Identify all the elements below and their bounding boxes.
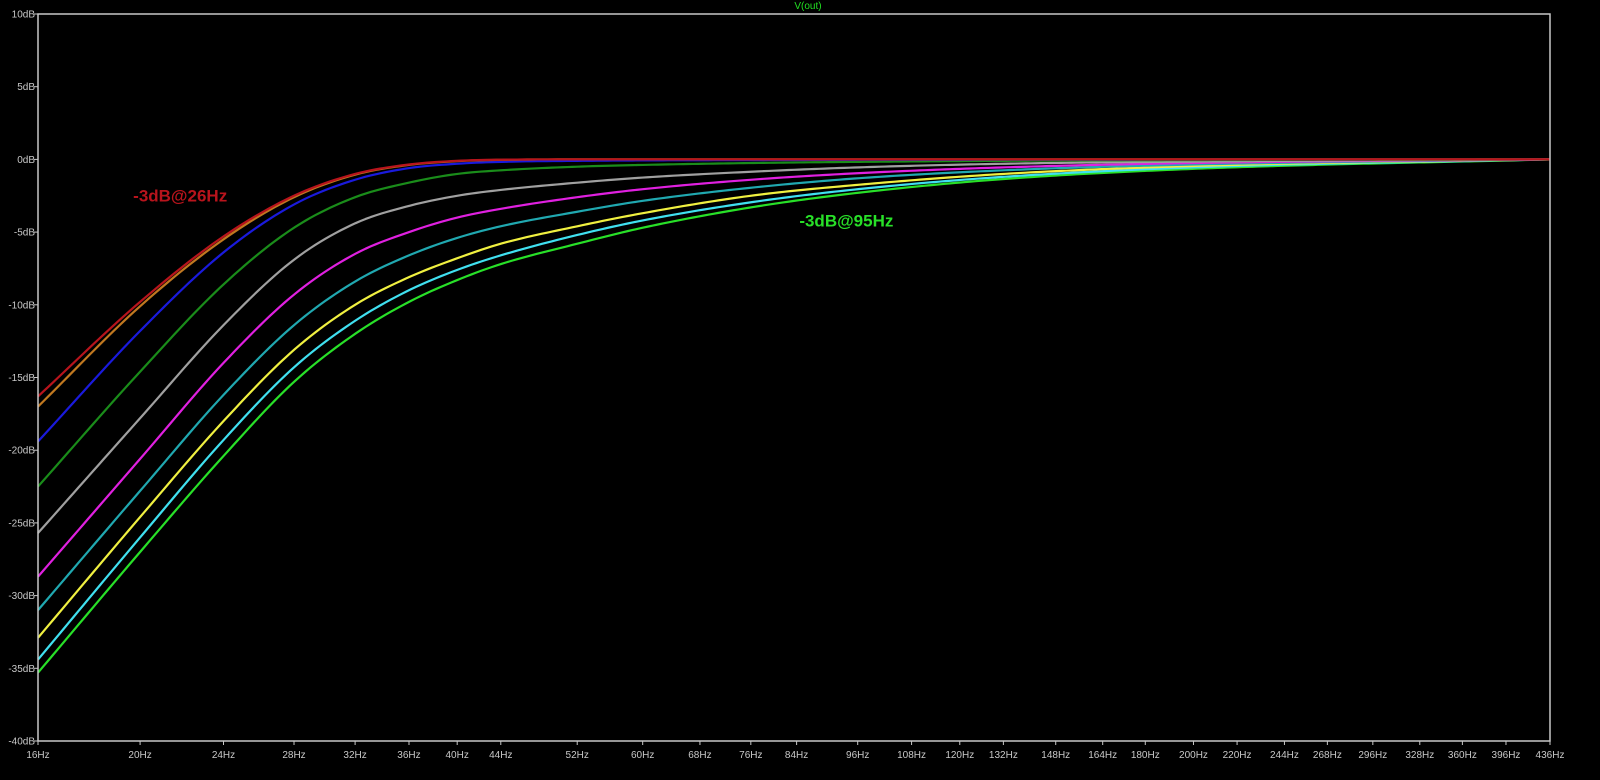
x-tick-label: 96Hz	[846, 750, 869, 761]
x-tick-label: 180Hz	[1131, 750, 1160, 761]
x-tick-label: 108Hz	[897, 750, 926, 761]
y-tick-label: -10dB	[8, 300, 35, 311]
x-tick-label: 76Hz	[739, 750, 762, 761]
x-tick-label: 268Hz	[1313, 750, 1342, 761]
x-tick-label: 20Hz	[128, 750, 151, 761]
x-tick-label: 40Hz	[446, 750, 469, 761]
x-tick-label: 60Hz	[631, 750, 654, 761]
x-tick-label: 200Hz	[1179, 750, 1208, 761]
x-tick-label: 244Hz	[1270, 750, 1299, 761]
annotation-label: -3dB@95Hz	[799, 211, 893, 230]
x-tick-label: 28Hz	[282, 750, 305, 761]
x-tick-label: 164Hz	[1088, 750, 1117, 761]
x-tick-label: 360Hz	[1448, 750, 1477, 761]
chart-title: V(out)	[794, 1, 821, 12]
x-tick-label: 52Hz	[566, 750, 589, 761]
y-tick-label: -30dB	[8, 591, 35, 602]
x-tick-label: 296Hz	[1358, 750, 1387, 761]
y-tick-label: -40dB	[8, 737, 35, 748]
y-tick-label: -15dB	[8, 373, 35, 384]
x-tick-label: 220Hz	[1223, 750, 1252, 761]
y-tick-label: 0dB	[17, 155, 35, 166]
x-tick-label: 132Hz	[989, 750, 1018, 761]
x-tick-label: 436Hz	[1536, 750, 1565, 761]
plot-background	[0, 0, 1600, 780]
y-tick-label: 10dB	[12, 10, 36, 21]
x-tick-label: 44Hz	[489, 750, 512, 761]
y-tick-label: -5dB	[14, 228, 35, 239]
x-tick-label: 148Hz	[1041, 750, 1070, 761]
x-tick-label: 396Hz	[1492, 750, 1521, 761]
x-tick-label: 16Hz	[26, 750, 49, 761]
bode-plot: V(out) 10dB 5dB 0dB -5dB -10dB -15dB -20dB -25d…	[0, 0, 1600, 780]
x-tick-label: 84Hz	[785, 750, 808, 761]
x-tick-label: 24Hz	[212, 750, 235, 761]
x-tick-label: 32Hz	[343, 750, 366, 761]
x-tick-label: 36Hz	[397, 750, 420, 761]
x-tick-label: 120Hz	[945, 750, 974, 761]
y-tick-label: -35dB	[8, 664, 35, 675]
x-tick-label: 328Hz	[1405, 750, 1434, 761]
y-tick-label: -25dB	[8, 518, 35, 529]
annotation-label: -3dB@26Hz	[133, 187, 227, 206]
y-tick-label: 5dB	[17, 82, 35, 93]
x-tick-label: 68Hz	[688, 750, 711, 761]
y-tick-label: -20dB	[8, 446, 35, 457]
